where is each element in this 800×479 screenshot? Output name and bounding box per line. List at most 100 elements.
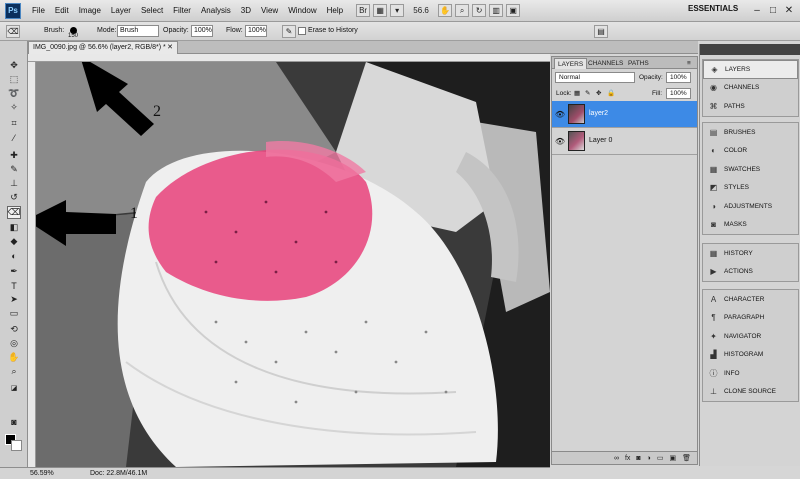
3d-orbit-tool-icon[interactable]: ◎	[7, 337, 21, 350]
close-tab-icon[interactable]: ✕	[167, 43, 173, 51]
menu-select[interactable]: Select	[136, 6, 168, 15]
quick-mask-icon[interactable]: ◙	[7, 415, 21, 428]
menu-image[interactable]: Image	[74, 6, 106, 15]
lock-all-icon[interactable]: 🔒	[607, 89, 615, 97]
adjustment-icon[interactable]: ◑	[647, 455, 651, 462]
eraser-tool-icon[interactable]: ⌫	[7, 206, 21, 219]
pen-tool-icon[interactable]: ✒	[7, 265, 21, 278]
lock-transparency-icon[interactable]: ▦	[574, 89, 580, 97]
lock-position-icon[interactable]: ✥	[596, 89, 601, 97]
zoom-level[interactable]: 56.6	[407, 4, 435, 17]
blur-tool-icon[interactable]: ◆	[7, 235, 21, 248]
maximize-icon[interactable]: □	[766, 3, 780, 17]
dock-header[interactable]	[700, 44, 800, 55]
link-icon[interactable]: ∞	[614, 455, 619, 462]
path-select-tool-icon[interactable]: ➤	[7, 293, 21, 306]
clone-stamp-tool-icon[interactable]: ⊥	[7, 177, 21, 190]
menu-3d[interactable]: 3D	[236, 6, 256, 15]
lock-pixels-icon[interactable]: ✎	[585, 89, 590, 97]
dock-item-character[interactable]: A CHARACTER	[703, 290, 798, 309]
eyedropper-tool-icon[interactable]: ⁄	[7, 131, 21, 144]
zoom-tool-icon[interactable]: ⌕	[7, 365, 21, 378]
brush-tool-icon[interactable]: ✎	[7, 163, 21, 176]
panel-menu-icon[interactable]: ≡	[684, 58, 694, 69]
dock-item-color[interactable]: ◐ COLOR	[703, 142, 798, 161]
dock-item-history[interactable]: ▦ HISTORY	[703, 244, 798, 263]
menu-window[interactable]: Window	[283, 6, 321, 15]
dock-item-histogram[interactable]: ▟ HISTOGRAM	[703, 346, 798, 365]
tab-channels[interactable]: CHANNELS	[585, 58, 626, 69]
menu-analysis[interactable]: Analysis	[196, 6, 236, 15]
fill-field[interactable]: 100%	[666, 88, 691, 99]
bridge-icon[interactable]: Br	[356, 4, 371, 17]
close-icon[interactable]: ✕	[782, 3, 796, 17]
dock-item-adjustments[interactable]: ◑ ADJUSTMENTS	[703, 197, 798, 216]
dock-item-info[interactable]: ⓘ INFO	[703, 364, 798, 383]
menu-layer[interactable]: Layer	[106, 6, 136, 15]
crop-tool-icon[interactable]: ⌗	[7, 117, 21, 130]
opacity-field[interactable]: 100%	[191, 25, 213, 37]
erase-history-checkbox[interactable]	[298, 27, 306, 35]
new-layer-icon[interactable]: ▣	[669, 454, 676, 462]
dock-item-actions[interactable]: ▶ ACTIONS	[703, 263, 798, 282]
workspace-switcher[interactable]: ESSENTIALS	[688, 4, 738, 13]
trash-icon[interactable]: 🗑	[682, 454, 691, 462]
tab-layers[interactable]: LAYERS	[554, 58, 588, 69]
hand-tool-icon[interactable]: ✋	[7, 351, 21, 364]
layer-row-layer2[interactable]: 👁 layer2	[552, 101, 697, 128]
dock-item-styles[interactable]: ◩ STYLES	[703, 179, 798, 198]
layer-opacity-field[interactable]: 100%	[666, 72, 691, 83]
shape-tool-icon[interactable]: ▭	[7, 307, 21, 320]
photo-canvas[interactable]	[36, 62, 550, 467]
status-zoom[interactable]: 56.59%	[30, 470, 54, 477]
eraser-preset-icon[interactable]: ⌫	[6, 25, 20, 38]
background-color[interactable]	[11, 440, 22, 451]
dock-item-layers[interactable]: ◈ LAYERS	[703, 60, 798, 79]
lasso-tool-icon[interactable]: ➰	[7, 87, 21, 100]
visibility-eye-icon[interactable]: 👁	[555, 109, 565, 119]
dock-item-navigator[interactable]: ✦ NAVIGATOR	[703, 327, 798, 346]
view-extras-icon[interactable]: ▾	[390, 4, 405, 17]
default-colors-icon[interactable]: ◪	[7, 381, 21, 394]
flow-field[interactable]: 100%	[245, 25, 267, 37]
dock-item-paths[interactable]: ⌘ PATHS	[703, 97, 798, 116]
hand-tool-icon[interactable]: ✋	[438, 4, 453, 17]
history-brush-tool-icon[interactable]: ↺	[7, 191, 21, 204]
dock-item-channels[interactable]: ◉ CHANNELS	[703, 79, 798, 98]
dock-item-swatches[interactable]: ▦ SWATCHES	[703, 160, 798, 179]
visibility-eye-icon[interactable]: 👁	[555, 136, 565, 146]
move-tool-icon[interactable]: ✥	[7, 59, 21, 72]
type-tool-icon[interactable]: T	[7, 279, 21, 292]
menu-filter[interactable]: Filter	[168, 6, 196, 15]
dock-item-clone-source[interactable]: ⊥ CLONE SOURCE	[703, 383, 798, 402]
dock-item-paragraph[interactable]: ¶ PARAGRAPH	[703, 309, 798, 328]
document-tab[interactable]: IMG_0090.jpg @ 56.6% (layer2, RGB/8*) * …	[28, 41, 178, 54]
mini-bridge-icon[interactable]: ▦	[373, 4, 388, 17]
healing-brush-tool-icon[interactable]: ✚	[7, 149, 21, 162]
airbrush-icon[interactable]: ✎	[282, 25, 296, 38]
dock-item-masks[interactable]: ◙ MASKS	[703, 216, 798, 235]
marquee-tool-icon[interactable]: ⬚	[7, 73, 21, 86]
layer-row-layer-0[interactable]: 👁 Layer 0	[552, 128, 697, 155]
zoom-tool-icon[interactable]: ⌕	[455, 4, 470, 17]
rotate-view-icon[interactable]: ↻	[472, 4, 487, 17]
tab-paths[interactable]: PATHS	[625, 58, 652, 69]
mode-select[interactable]: Brush	[117, 25, 159, 37]
menu-help[interactable]: Help	[322, 6, 348, 15]
quick-select-tool-icon[interactable]: ✧	[7, 101, 21, 114]
minimize-icon[interactable]: –	[750, 3, 764, 17]
gradient-tool-icon[interactable]: ◧	[7, 221, 21, 234]
brush-panel-icon[interactable]: ▤	[594, 25, 608, 38]
folder-icon[interactable]: ▭	[657, 454, 664, 462]
menu-file[interactable]: File	[27, 6, 50, 15]
dodge-tool-icon[interactable]: ◐	[7, 249, 21, 262]
menu-view[interactable]: View	[256, 6, 283, 15]
screen-mode-icon[interactable]: ▣	[506, 4, 521, 17]
dock-item-brushes[interactable]: ▤ BRUSHES	[703, 123, 798, 142]
3d-rotate-tool-icon[interactable]: ⟲	[7, 323, 21, 336]
blend-mode-select[interactable]: Normal	[555, 72, 635, 83]
fx-icon[interactable]: fx	[625, 455, 630, 462]
arrange-documents-icon[interactable]: ▥	[489, 4, 504, 17]
menu-edit[interactable]: Edit	[50, 6, 74, 15]
mask-icon[interactable]: ◙	[636, 455, 640, 462]
